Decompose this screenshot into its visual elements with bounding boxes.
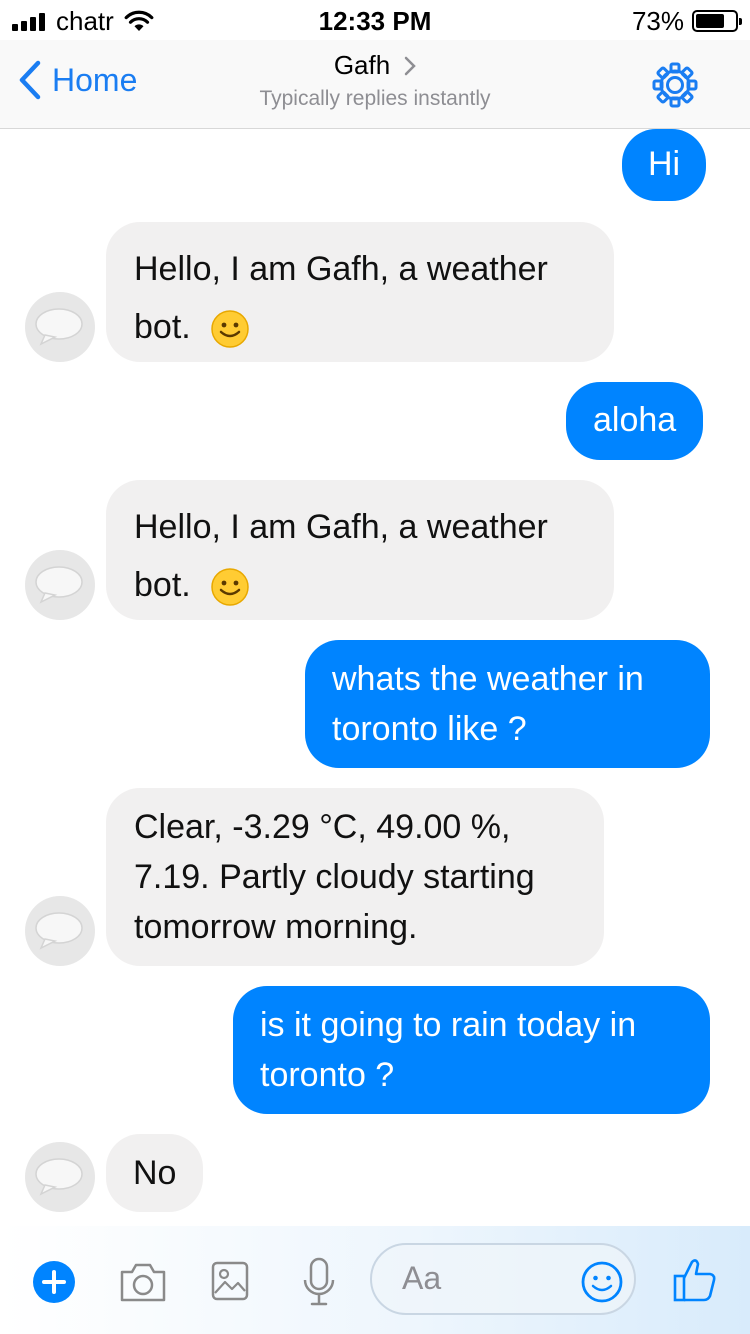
bot-avatar[interactable] — [25, 292, 95, 362]
plus-icon[interactable] — [32, 1260, 76, 1304]
camera-icon[interactable] — [118, 1260, 168, 1304]
chat-bubble-icon — [35, 1158, 83, 1196]
bot-avatar[interactable] — [25, 1142, 95, 1212]
outgoing-message[interactable]: Hi — [622, 129, 707, 201]
gear-icon[interactable] — [652, 62, 698, 108]
bot-avatar[interactable] — [25, 550, 95, 620]
outgoing-message[interactable]: aloha — [566, 382, 704, 460]
chat-bubble-icon — [35, 308, 83, 346]
message-input-placeholder: Aa — [402, 1260, 442, 1296]
chat-title[interactable]: Gafh Typically replies instantly — [0, 50, 750, 111]
incoming-message[interactable]: Hello, I am Gafh, a weather bot. — [106, 222, 614, 362]
incoming-message[interactable]: No — [106, 1134, 204, 1212]
bot-avatar[interactable] — [25, 896, 95, 966]
contact-name: Gafh — [333, 50, 391, 80]
emoji-icon[interactable] — [580, 1260, 624, 1304]
nav-bar: Home Gafh Typically replies instantly — [0, 40, 750, 129]
status-bar: chatr 12:33 PM 73% — [0, 0, 750, 40]
contact-status: Typically replies instantly — [259, 87, 491, 110]
battery-icon — [692, 10, 742, 32]
incoming-message[interactable]: Hello, I am Gafh, a weather bot. — [106, 480, 614, 620]
composer-bar: Aa — [0, 1226, 750, 1334]
chat-bubble-icon — [35, 912, 83, 950]
chat-bubble-icon — [35, 566, 83, 604]
slightly-smiling-face-icon — [211, 310, 249, 348]
chevron-right-icon — [404, 56, 416, 75]
incoming-message[interactable]: Clear, -3.29 °C, 49.00 %, 7.19. Partly c… — [106, 788, 604, 966]
slightly-smiling-face-icon — [211, 568, 249, 606]
outgoing-message[interactable]: whats the weather in toronto like ? — [305, 640, 710, 768]
message-thread[interactable]: Hi Hello, I am Gafh, a weather bot. aloh… — [0, 129, 750, 1226]
thumbs-up-icon[interactable] — [672, 1254, 718, 1304]
image-icon[interactable] — [210, 1260, 250, 1302]
outgoing-message[interactable]: is it going to rain today in toronto ? — [233, 986, 710, 1114]
battery-percent: 73% — [631, 5, 684, 36]
microphone-icon[interactable] — [302, 1256, 336, 1308]
status-right: 73% — [631, 5, 742, 36]
